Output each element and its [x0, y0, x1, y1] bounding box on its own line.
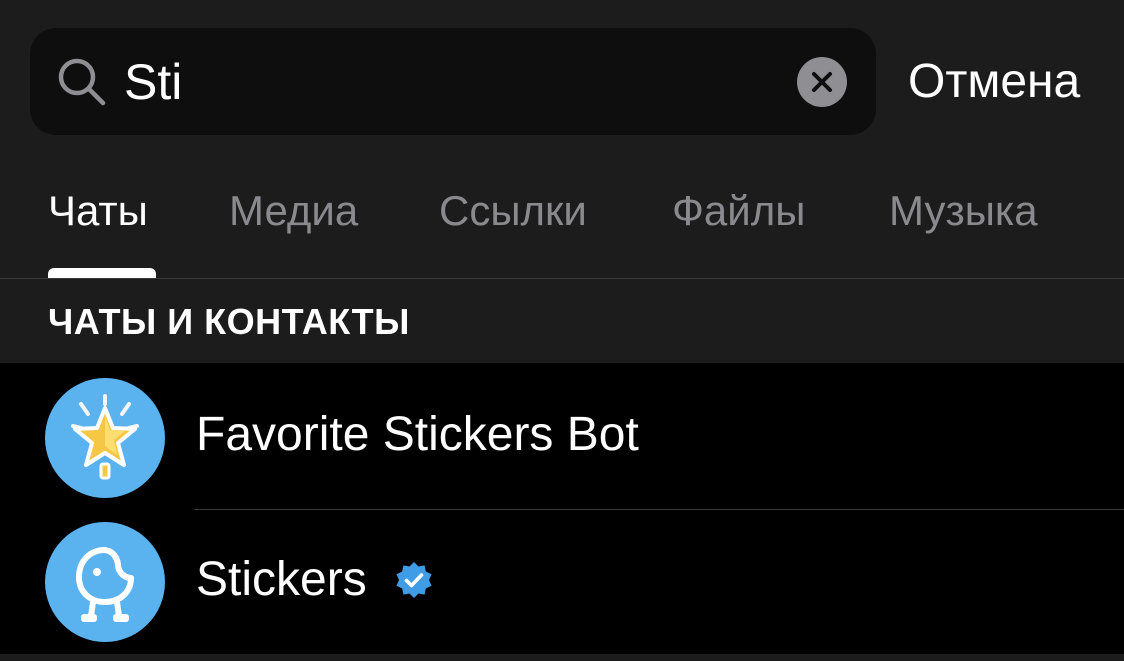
- verified-badge-icon: [396, 562, 432, 598]
- clear-search-button[interactable]: [797, 57, 847, 107]
- avatar: [45, 522, 165, 642]
- close-icon: [812, 72, 832, 92]
- tab-chats[interactable]: Чаты: [48, 184, 148, 238]
- tab-links[interactable]: Ссылки: [439, 184, 587, 238]
- sticker-mascot-icon: [76, 547, 134, 622]
- search-query-text[interactable]: Sti: [124, 50, 182, 114]
- tab-files[interactable]: Файлы: [672, 184, 805, 238]
- chat-name: Favorite Stickers Bot: [196, 408, 639, 461]
- tab-music[interactable]: Музыка: [889, 184, 1038, 238]
- avatar: [45, 378, 165, 498]
- tab-media[interactable]: Медиа: [229, 184, 358, 238]
- section-title: ЧАТЫ И КОНТАКТЫ: [48, 301, 410, 342]
- cancel-button[interactable]: Отмена: [908, 50, 1080, 114]
- bottom-separator: [0, 654, 1124, 661]
- chat-result-stickers[interactable]: [0, 510, 1124, 655]
- chat-name: Stickers: [196, 553, 367, 606]
- star-icon: [71, 394, 139, 480]
- search-icon: [58, 58, 106, 106]
